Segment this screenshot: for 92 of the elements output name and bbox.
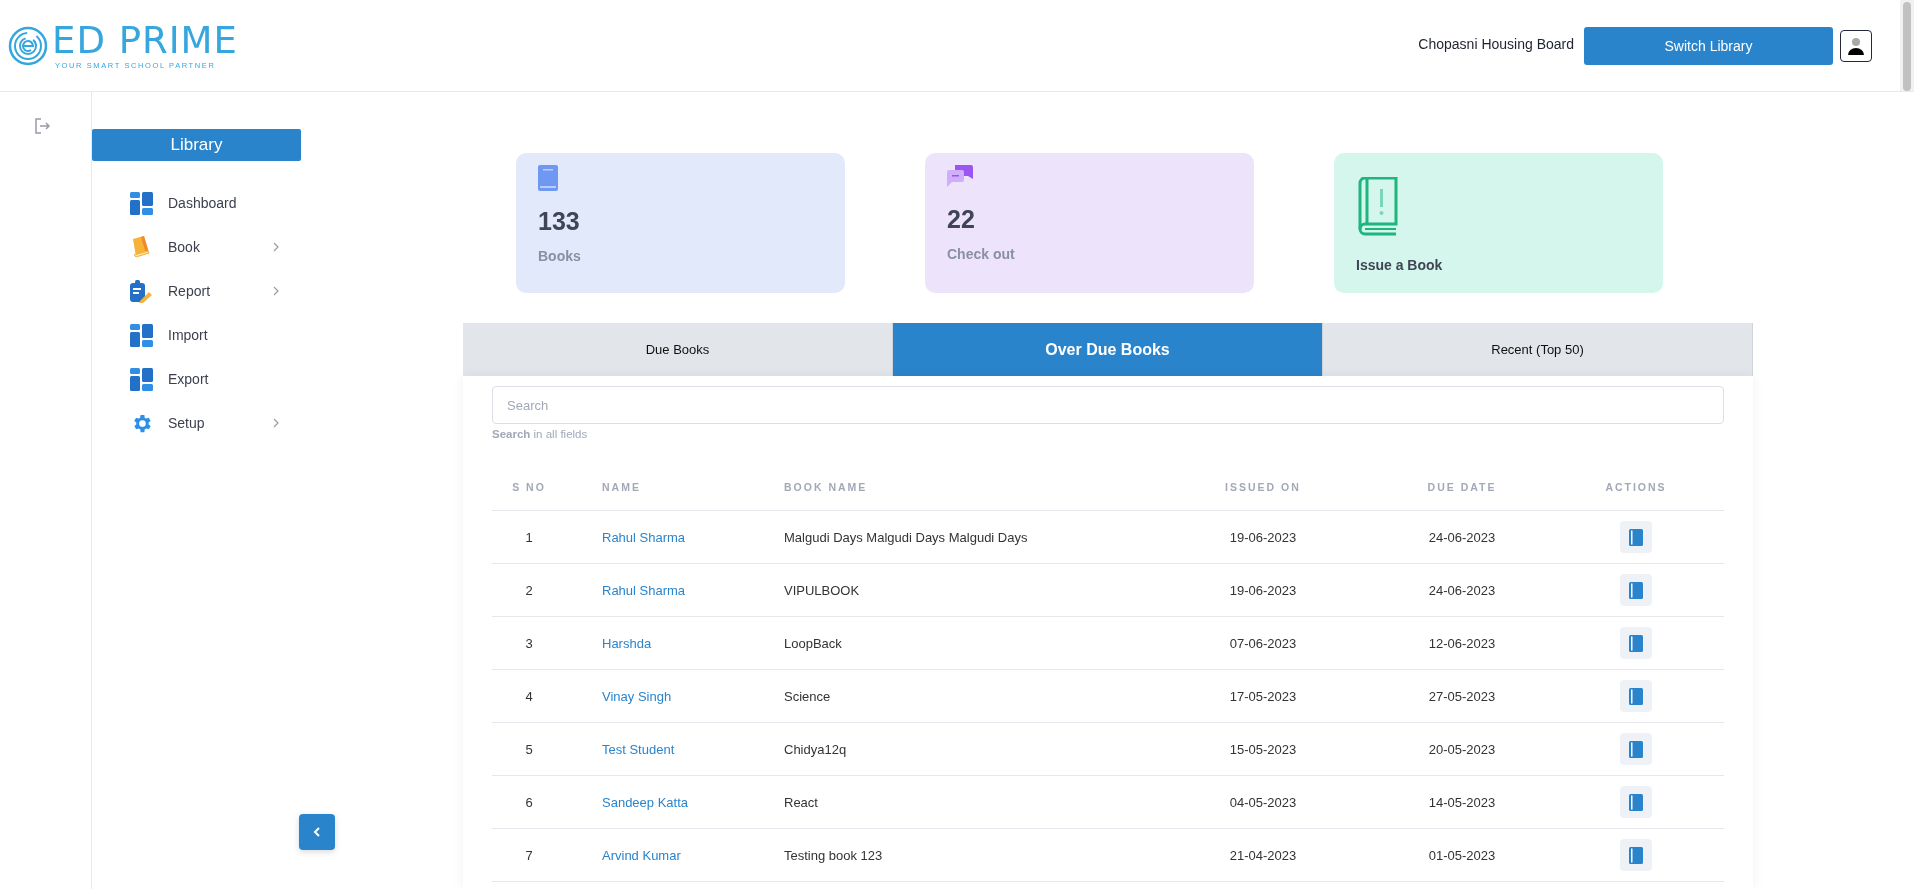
book-icon xyxy=(1629,528,1643,546)
table-cell: 5 xyxy=(525,741,533,757)
chevron-right-icon xyxy=(273,242,279,252)
user-silhouette-icon xyxy=(1846,35,1866,56)
logo-wordmark: ED PRIME xyxy=(52,21,238,61)
school-name: Chopasni Housing Board xyxy=(1418,35,1574,52)
library-title: Library xyxy=(92,129,301,161)
issue-book-action-button[interactable] xyxy=(1620,574,1652,606)
logout-icon[interactable] xyxy=(34,118,50,134)
column-header: NAME xyxy=(602,481,641,493)
table-cell: 17-05-2023 xyxy=(1229,688,1297,704)
search-field[interactable]: Search xyxy=(492,386,1724,424)
table-cell: 01-05-2023 xyxy=(1428,847,1496,863)
student-name-link[interactable]: Sandeep Katta xyxy=(602,794,689,810)
table-cell: 04-05-2023 xyxy=(1229,794,1297,810)
column-header: ACTIONS xyxy=(1605,481,1667,493)
search-hint: Search in all fields xyxy=(492,428,589,440)
book-exclamation-icon xyxy=(1356,177,1398,237)
table-cell: 07-06-2023 xyxy=(1229,635,1297,651)
table-cell: 24-06-2023 xyxy=(1428,529,1496,545)
student-name-link[interactable]: Test Student xyxy=(602,741,675,757)
table-cell: 15-05-2023 xyxy=(1229,741,1297,757)
book-icon xyxy=(130,235,153,259)
table-cell: 3 xyxy=(525,635,533,651)
chevron-left-icon xyxy=(313,826,321,838)
stat-label: Issue a Book xyxy=(1356,257,1443,273)
table-cell: React xyxy=(784,794,818,810)
stat-value: 22 xyxy=(947,205,975,234)
chevron-right-icon xyxy=(273,286,279,296)
book-icon xyxy=(1629,581,1643,599)
table-cell: 1 xyxy=(525,529,533,545)
issue-book-action-button[interactable] xyxy=(1620,733,1652,765)
student-name-link[interactable]: Harshda xyxy=(602,635,652,651)
student-name-link[interactable]: Rahul Sharma xyxy=(602,582,686,598)
column-header: BOOK NAME xyxy=(784,481,868,493)
report-icon xyxy=(130,279,153,303)
student-name-link[interactable]: Rahul Sharma xyxy=(602,529,686,545)
switch-library-button[interactable]: Switch Library xyxy=(1584,26,1833,65)
table-cell: 2 xyxy=(525,582,533,598)
stat-label: Books xyxy=(538,248,581,264)
table-cell: 7 xyxy=(525,847,533,863)
logo-maze-icon xyxy=(8,25,48,66)
column-header: S NO xyxy=(512,481,546,493)
book-icon xyxy=(1629,687,1643,705)
table-cell: VIPULBOOK xyxy=(784,582,860,598)
table-cell: 4 xyxy=(525,688,533,704)
stat-card[interactable]: Issue a Book xyxy=(1334,153,1663,293)
dashboard-grid-icon xyxy=(130,191,153,215)
chevron-right-icon xyxy=(273,418,279,428)
book-icon xyxy=(1629,740,1643,758)
stat-label: Check out xyxy=(947,246,1015,262)
table-cell: 27-05-2023 xyxy=(1428,688,1496,704)
dashboard-grid-icon xyxy=(130,323,153,347)
issue-book-action-button[interactable] xyxy=(1620,521,1652,553)
table-cell: LoopBack xyxy=(784,635,842,651)
table-cell: 24-06-2023 xyxy=(1428,582,1496,598)
sidebar-item[interactable]: Export xyxy=(92,357,279,401)
table-cell: 6 xyxy=(525,794,533,810)
book-icon xyxy=(1629,793,1643,811)
table-cell: 19-06-2023 xyxy=(1229,582,1297,598)
table-cell: Science xyxy=(784,688,831,704)
sidebar-item[interactable]: Book xyxy=(92,225,279,269)
issue-book-action-button[interactable] xyxy=(1620,680,1652,712)
table-cell: Malgudi Days Malgudi Days Malgudi Days xyxy=(784,529,1028,545)
student-name-link[interactable]: Arvind Kumar xyxy=(602,847,681,863)
user-avatar-button[interactable] xyxy=(1840,29,1872,62)
table-cell: 21-04-2023 xyxy=(1229,847,1297,863)
tab[interactable]: Over Due Books xyxy=(893,323,1323,376)
table-cell: 19-06-2023 xyxy=(1229,529,1297,545)
table-cell: Testing book 123 xyxy=(784,847,883,863)
student-name-link[interactable]: Vinay Singh xyxy=(602,688,672,704)
sidebar-item[interactable]: Dashboard xyxy=(92,181,279,225)
stat-value: 133 xyxy=(538,207,580,236)
collapse-sidebar-button[interactable] xyxy=(299,814,335,850)
scrollbar[interactable] xyxy=(1900,0,1914,91)
book-icon xyxy=(538,165,558,191)
column-header: ISSUED ON xyxy=(1225,481,1301,493)
column-header: DUE DATE xyxy=(1427,481,1497,493)
book-icon xyxy=(1629,634,1643,652)
issue-book-action-button[interactable] xyxy=(1620,627,1652,659)
issue-book-action-button[interactable] xyxy=(1620,786,1652,818)
table-cell: 12-06-2023 xyxy=(1428,635,1496,651)
chat-bubbles-icon xyxy=(947,165,973,189)
sidebar-item[interactable]: Import xyxy=(92,313,279,357)
table-cell: 14-05-2023 xyxy=(1428,794,1496,810)
sidebar-item[interactable]: Report xyxy=(92,269,279,313)
issue-book-action-button[interactable] xyxy=(1620,839,1652,871)
table-cell: 20-05-2023 xyxy=(1428,741,1496,757)
book-icon xyxy=(1629,846,1643,864)
sidebar-item[interactable]: Setup xyxy=(92,401,279,445)
dashboard-grid-icon xyxy=(130,367,153,391)
table-cell: Chidya12q xyxy=(784,741,847,757)
